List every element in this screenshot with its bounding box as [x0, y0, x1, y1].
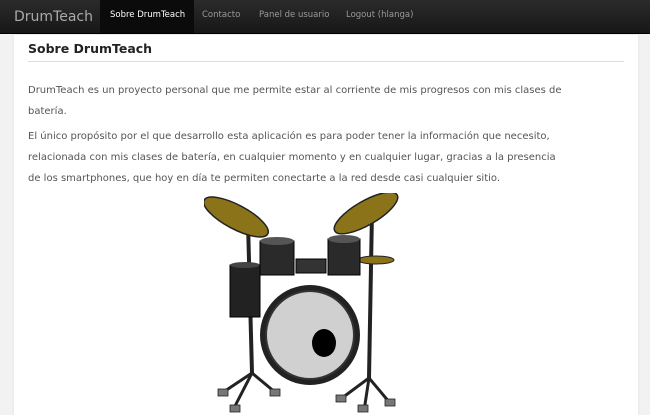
nav-item-logout[interactable]: Logout (hlanga)	[336, 0, 420, 33]
page-title: Sobre DrumTeach	[28, 41, 153, 56]
tom-mount	[295, 258, 327, 274]
left-floor-tom-head	[230, 262, 260, 268]
left-cymbal	[204, 196, 270, 238]
nav-item-contacto[interactable]: Contacto	[194, 0, 250, 33]
main-content: Sobre DrumTeach DrumTeach es un proyecto…	[14, 35, 638, 415]
drum-kit-illustration	[204, 193, 399, 413]
right-rack-tom	[327, 238, 361, 276]
purpose-paragraph: El único propósito por el que desarrollo…	[28, 131, 556, 184]
left-rack-tom	[259, 240, 295, 276]
right-cymbal	[333, 193, 399, 235]
left-rack-tom-head	[260, 237, 294, 245]
top-navbar: DrumTeach Sobre DrumTeach Contacto Panel…	[0, 0, 650, 34]
left-floor-tom	[229, 264, 261, 318]
title-divider	[28, 61, 624, 62]
intro-paragraph: DrumTeach es un proyecto personal que me…	[28, 85, 562, 117]
bass-drum-port	[312, 329, 336, 357]
brand-logo[interactable]: DrumTeach	[14, 8, 93, 26]
splash-cymbal	[357, 255, 395, 265]
nav-item-sobre-drumteach[interactable]: Sobre DrumTeach	[100, 0, 194, 33]
bass-drum-head	[265, 290, 355, 380]
nav-item-panel-de-usuario[interactable]: Panel de usuario	[250, 0, 336, 33]
right-rack-tom-head	[328, 235, 360, 243]
right-cymbal-stand	[367, 210, 374, 379]
